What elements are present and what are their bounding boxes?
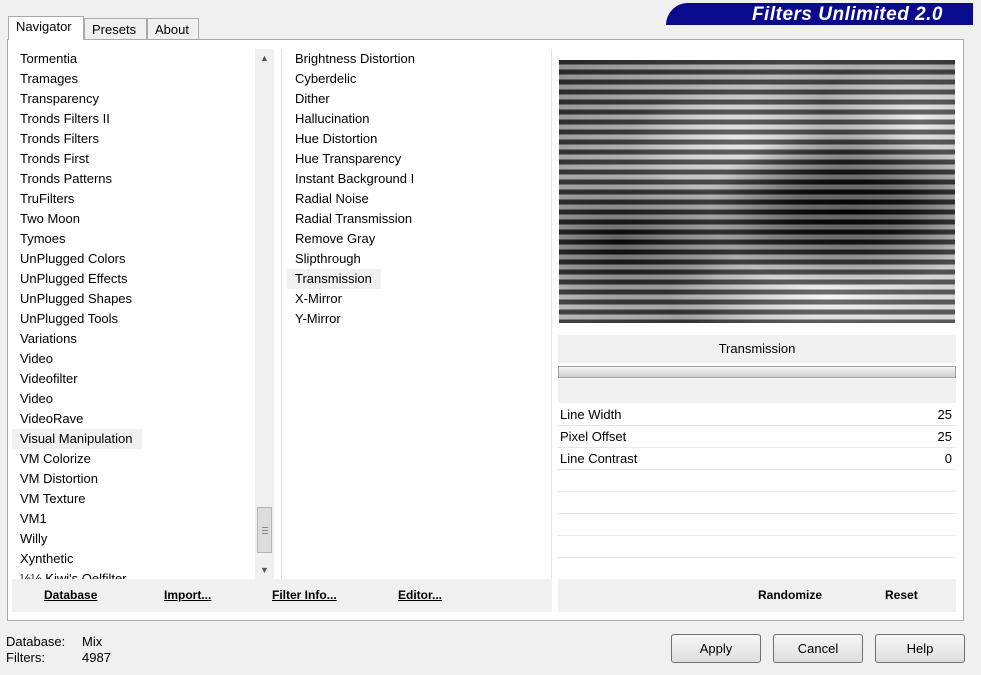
param-row-empty [558, 470, 956, 492]
help-button[interactable]: Help [875, 634, 965, 663]
list-item[interactable]: TruFilters [12, 189, 255, 209]
apply-button[interactable]: Apply [671, 634, 761, 663]
filter-info-button[interactable]: Filter Info... [272, 579, 337, 612]
grip-line [262, 533, 268, 534]
param-label: Line Contrast [560, 451, 638, 466]
database-button[interactable]: Database [44, 579, 97, 612]
navigator-button-bar: Database Import... Filter Info... Editor… [12, 579, 552, 612]
list-item[interactable]: X-Mirror [287, 289, 547, 309]
reset-button[interactable]: Reset [885, 579, 918, 612]
progress-area [558, 379, 956, 403]
param-row-empty [558, 558, 956, 580]
category-scrollbar[interactable]: ▲ ▼ [255, 49, 274, 579]
param-row-empty [558, 492, 956, 514]
param-label: Pixel Offset [560, 429, 627, 444]
cancel-button[interactable]: Cancel [773, 634, 863, 663]
tab-about[interactable]: About [147, 18, 199, 39]
status-database-value: Mix [82, 634, 103, 649]
status-filters-label: Filters: [6, 650, 45, 665]
param-value[interactable]: 0 [945, 448, 952, 469]
param-row-empty [558, 514, 956, 536]
list-item[interactable]: Hallucination [287, 109, 547, 129]
param-label: Line Width [560, 407, 622, 422]
list-item[interactable]: VideoRave [12, 409, 255, 429]
parameter-table: Line Width 25 Pixel Offset 25 Line Contr… [558, 404, 956, 580]
param-row-pixel-offset[interactable]: Pixel Offset 25 [558, 426, 956, 448]
list-item[interactable]: VM Colorize [12, 449, 255, 469]
param-row-line-width[interactable]: Line Width 25 [558, 404, 956, 426]
list-item[interactable]: VM Distortion [12, 469, 255, 489]
grip-line [262, 530, 268, 531]
param-value[interactable]: 25 [938, 404, 952, 425]
preview-image [559, 60, 955, 323]
scroll-up-arrow-icon[interactable]: ▲ [255, 49, 274, 67]
list-item[interactable]: Video [12, 389, 255, 409]
list-item[interactable]: Hue Transparency [287, 149, 547, 169]
grip-line [262, 527, 268, 528]
list-item[interactable]: Tramages [12, 69, 255, 89]
status-filters-value: 4987 [82, 650, 111, 665]
list-item[interactable]: VM Texture [12, 489, 255, 509]
list-item[interactable]: Dither [287, 89, 547, 109]
tab-presets[interactable]: Presets [84, 18, 147, 39]
list-item[interactable]: Slipthrough [287, 249, 547, 269]
list-item[interactable]: Visual Manipulation [12, 429, 142, 449]
list-item[interactable]: Remove Gray [287, 229, 547, 249]
app-logo: Filters Unlimited 2.0 [666, 3, 973, 25]
param-row-empty [558, 536, 956, 558]
param-value[interactable]: 25 [938, 426, 952, 447]
list-item[interactable]: Videofilter [12, 369, 255, 389]
preview-button-bar: Randomize Reset [558, 579, 956, 612]
list-item[interactable]: Xynthetic [12, 549, 255, 569]
list-item[interactable]: Transmission [287, 269, 381, 289]
preview-line-pattern [559, 60, 955, 323]
logo-text: Filters Unlimited 2.0 [751, 4, 943, 25]
list-item[interactable]: Transparency [12, 89, 255, 109]
list-item[interactable]: Variations [12, 329, 255, 349]
list-item[interactable]: Radial Transmission [287, 209, 547, 229]
list-item[interactable]: Tronds Patterns [12, 169, 255, 189]
divider [281, 49, 282, 579]
progress-bar [558, 366, 956, 378]
filter-title: Transmission [558, 335, 956, 363]
list-item[interactable]: Tronds Filters II [12, 109, 255, 129]
editor-button[interactable]: Editor... [398, 579, 442, 612]
divider [551, 49, 552, 579]
tab-navigator[interactable]: Navigator [8, 16, 84, 40]
list-item[interactable]: Radial Noise [287, 189, 547, 209]
list-item[interactable]: Cyberdelic [287, 69, 547, 89]
list-item[interactable]: ½½ Kiwi's Oelfilter [12, 569, 255, 579]
list-item[interactable]: UnPlugged Effects [12, 269, 255, 289]
list-item[interactable]: Tymoes [12, 229, 255, 249]
category-list[interactable]: Tormentia Tramages Transparency Tronds Filt… [12, 49, 255, 579]
list-item[interactable]: UnPlugged Shapes [12, 289, 255, 309]
param-row-line-contrast[interactable]: Line Contrast 0 [558, 448, 956, 470]
list-item[interactable]: UnPlugged Tools [12, 309, 255, 329]
list-item[interactable]: Brightness Distortion [287, 49, 547, 69]
scroll-thumb[interactable] [257, 507, 272, 553]
list-item[interactable]: UnPlugged Colors [12, 249, 255, 269]
list-item[interactable]: Tronds Filters [12, 129, 255, 149]
list-item[interactable]: Instant Background I [287, 169, 547, 189]
list-item[interactable]: Y-Mirror [287, 309, 547, 329]
import-button[interactable]: Import... [164, 579, 211, 612]
scroll-down-arrow-icon[interactable]: ▼ [255, 561, 274, 579]
list-item[interactable]: Willy [12, 529, 255, 549]
list-item[interactable]: Video [12, 349, 255, 369]
list-item[interactable]: Tormentia [12, 49, 255, 69]
list-item[interactable]: Hue Distortion [287, 129, 547, 149]
list-item[interactable]: VM1 [12, 509, 255, 529]
list-item[interactable]: Two Moon [12, 209, 255, 229]
filter-list[interactable]: Brightness Distortion Cyberdelic Dither Hal… [287, 49, 547, 329]
randomize-button[interactable]: Randomize [758, 579, 822, 612]
list-item[interactable]: Tronds First [12, 149, 255, 169]
status-database-label: Database: [6, 634, 66, 649]
